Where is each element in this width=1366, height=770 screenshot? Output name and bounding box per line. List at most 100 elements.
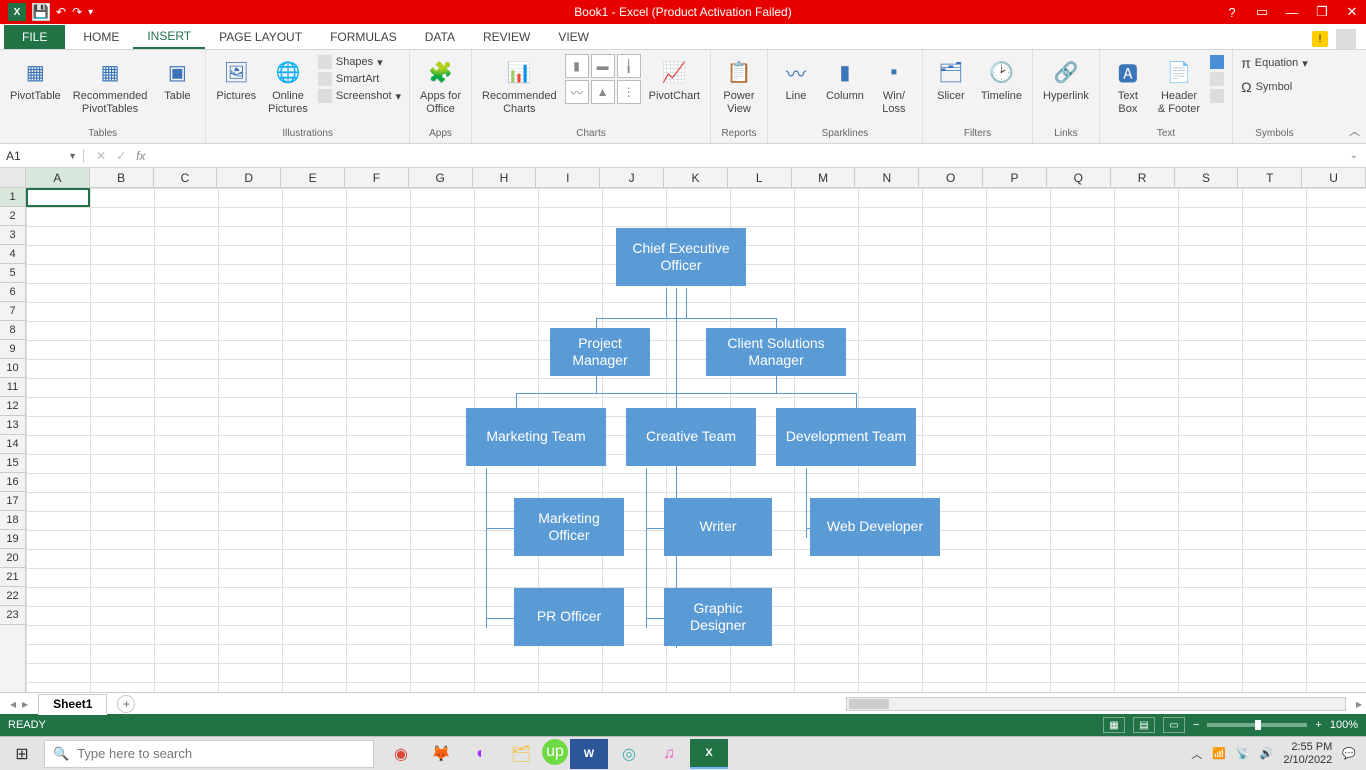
- tab-view[interactable]: VIEW: [544, 25, 603, 49]
- column-header[interactable]: K: [664, 168, 728, 187]
- org-node[interactable]: Web Developer: [810, 498, 940, 556]
- row-header[interactable]: 22: [0, 587, 25, 606]
- minimize-icon[interactable]: —: [1282, 5, 1302, 20]
- sheet-nav-first-icon[interactable]: ◂: [10, 697, 16, 711]
- hyperlink-button[interactable]: 🔗Hyperlink: [1039, 54, 1093, 105]
- wordart-button[interactable]: [1208, 54, 1226, 70]
- select-all-corner[interactable]: [0, 168, 26, 187]
- normal-view-icon[interactable]: ▦: [1103, 717, 1125, 733]
- column-header[interactable]: A: [26, 168, 90, 187]
- start-button[interactable]: ⊞: [2, 739, 42, 769]
- row-header[interactable]: 21: [0, 568, 25, 587]
- column-header[interactable]: L: [728, 168, 792, 187]
- taskbar-file-explorer-icon[interactable]: 🗂: [502, 739, 540, 769]
- scroll-right-icon[interactable]: ▸: [1356, 697, 1362, 711]
- bar-chart-icon[interactable]: ▬: [591, 54, 615, 78]
- column-header[interactable]: D: [217, 168, 281, 187]
- org-node[interactable]: Project Manager: [550, 328, 650, 376]
- row-header[interactable]: 16: [0, 473, 25, 492]
- column-header[interactable]: R: [1111, 168, 1175, 187]
- org-node[interactable]: PR Officer: [514, 588, 624, 646]
- symbol-button[interactable]: Ω Symbol: [1239, 78, 1294, 96]
- column-header[interactable]: B: [90, 168, 154, 187]
- page-break-view-icon[interactable]: ▭: [1163, 717, 1185, 733]
- row-header[interactable]: 6: [0, 283, 25, 302]
- tray-chevron-icon[interactable]: ︿: [1191, 746, 1202, 762]
- tab-page-layout[interactable]: PAGE LAYOUT: [205, 25, 316, 49]
- org-node[interactable]: Client Solutions Manager: [706, 328, 846, 376]
- tab-review[interactable]: REVIEW: [469, 25, 544, 49]
- column-header[interactable]: C: [154, 168, 218, 187]
- object-button[interactable]: [1208, 88, 1226, 104]
- add-sheet-button[interactable]: +: [117, 695, 135, 713]
- row-header[interactable]: 9: [0, 340, 25, 359]
- pictures-button[interactable]: 🖼Pictures: [212, 54, 260, 105]
- warning-icon[interactable]: !: [1312, 31, 1328, 47]
- taskbar-messenger-icon[interactable]: ◐: [462, 739, 500, 769]
- stock-chart-icon[interactable]: ╽: [617, 54, 641, 78]
- recommended-charts-button[interactable]: 📊Recommended Charts: [478, 54, 561, 117]
- taskbar-search[interactable]: 🔍 Type here to search: [44, 740, 374, 768]
- user-account-icon[interactable]: [1336, 29, 1356, 49]
- column-header[interactable]: O: [919, 168, 983, 187]
- undo-icon[interactable]: ↶: [56, 5, 66, 19]
- column-chart-icon[interactable]: ▮: [565, 54, 589, 78]
- column-header[interactable]: G: [409, 168, 473, 187]
- org-node[interactable]: Graphic Designer: [664, 588, 772, 646]
- taskbar-chrome-icon[interactable]: ◉: [382, 739, 420, 769]
- tab-formulas[interactable]: FORMULAS: [316, 25, 411, 49]
- table-button[interactable]: ▣Table: [155, 54, 199, 105]
- org-node[interactable]: Chief Executive Officer: [616, 228, 746, 286]
- smartart-button[interactable]: SmartArt: [316, 71, 381, 87]
- page-layout-view-icon[interactable]: ▤: [1133, 717, 1155, 733]
- row-header[interactable]: 10: [0, 359, 25, 378]
- org-node[interactable]: Writer: [664, 498, 772, 556]
- org-node[interactable]: Marketing Team: [466, 408, 606, 466]
- sparkline-winloss-button[interactable]: ▪Win/ Loss: [872, 54, 916, 117]
- tab-file[interactable]: FILE: [4, 25, 65, 49]
- slicer-button[interactable]: 🗂Slicer: [929, 54, 973, 105]
- column-header[interactable]: S: [1175, 168, 1239, 187]
- pivotchart-button[interactable]: 📈PivotChart: [645, 54, 704, 105]
- row-header[interactable]: 14: [0, 435, 25, 454]
- zoom-slider[interactable]: [1207, 723, 1307, 727]
- tray-wifi-icon[interactable]: 📡: [1236, 747, 1250, 760]
- row-header[interactable]: 23: [0, 606, 25, 625]
- column-header[interactable]: T: [1238, 168, 1302, 187]
- row-header[interactable]: 13: [0, 416, 25, 435]
- row-header[interactable]: 19: [0, 530, 25, 549]
- tab-home[interactable]: HOME: [69, 25, 133, 49]
- header-footer-button[interactable]: 📄Header & Footer: [1154, 54, 1204, 117]
- column-headers[interactable]: ABCDEFGHIJKLMNOPQRSTU: [0, 168, 1366, 188]
- sheet-nav-prev-icon[interactable]: ▸: [22, 697, 28, 711]
- recommended-pivottables-button[interactable]: ▦Recommended PivotTables: [69, 54, 152, 117]
- row-header[interactable]: 20: [0, 549, 25, 568]
- row-header[interactable]: 18: [0, 511, 25, 530]
- row-header[interactable]: 7: [0, 302, 25, 321]
- org-node[interactable]: Development Team: [776, 408, 916, 466]
- name-box-dropdown-icon[interactable]: ▼: [68, 151, 77, 161]
- row-headers[interactable]: 1234567891011121314151617181920212223: [0, 188, 26, 692]
- row-header[interactable]: 4: [0, 245, 25, 264]
- taskbar-app-icon[interactable]: ◎: [610, 739, 648, 769]
- scatter-chart-icon[interactable]: ⋮: [617, 80, 641, 104]
- qat-dropdown-icon[interactable]: ▾: [88, 7, 93, 18]
- ribbon-display-icon[interactable]: ▭: [1252, 4, 1272, 20]
- screenshot-button[interactable]: Screenshot ▾: [316, 88, 403, 104]
- zoom-out-icon[interactable]: −: [1193, 719, 1199, 731]
- column-header[interactable]: I: [536, 168, 600, 187]
- taskbar-word-icon[interactable]: W: [570, 739, 608, 769]
- column-header[interactable]: J: [600, 168, 664, 187]
- pivottable-button[interactable]: ▦PivotTable: [6, 54, 65, 105]
- taskbar-itunes-icon[interactable]: ♫: [650, 739, 688, 769]
- name-box[interactable]: A1▼: [0, 149, 84, 163]
- collapse-ribbon-icon[interactable]: ︿: [1349, 123, 1360, 139]
- column-header[interactable]: P: [983, 168, 1047, 187]
- timeline-button[interactable]: 🕑Timeline: [977, 54, 1026, 105]
- redo-icon[interactable]: ↷: [72, 5, 82, 19]
- row-header[interactable]: 15: [0, 454, 25, 473]
- column-header[interactable]: M: [792, 168, 856, 187]
- row-header[interactable]: 12: [0, 397, 25, 416]
- help-icon[interactable]: ?: [1222, 5, 1242, 20]
- signature-line-button[interactable]: [1208, 71, 1226, 87]
